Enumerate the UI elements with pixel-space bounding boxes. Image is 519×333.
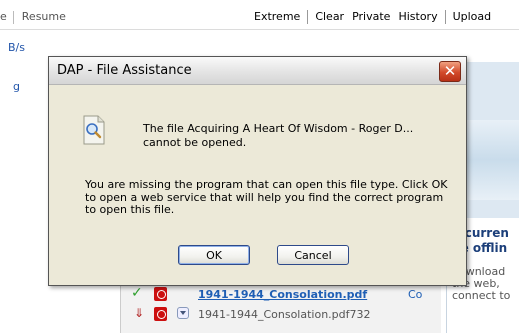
- ok-button[interactable]: OK: [178, 245, 250, 265]
- toolbar-right: Extreme Clear Private History Upload: [254, 10, 491, 24]
- download-arrow-icon: ⇓: [134, 306, 145, 320]
- pdf-icon: [154, 307, 167, 321]
- dialog-title: DAP - File Assistance: [57, 63, 192, 78]
- close-icon: ✕: [443, 62, 457, 80]
- toolbar-divider: [307, 10, 309, 24]
- check-icon: ✓: [131, 285, 143, 301]
- chevron-down-icon[interactable]: [177, 307, 189, 319]
- private-button[interactable]: Private: [352, 10, 390, 23]
- app-toolbar: e Resume Extreme Clear Private History Upload: [0, 0, 519, 32]
- list-item[interactable]: ⇓ 1941-1944_Consolation.pdf732: [121, 305, 441, 325]
- download-column-link[interactable]: Co: [408, 288, 422, 301]
- toolbar-divider: [393, 10, 395, 24]
- toolbar-divider: [12, 10, 14, 24]
- dialog-message-secondary: You are missing the program that can ope…: [85, 178, 448, 216]
- file-assistance-dialog: DAP - File Assistance ✕ The file Acquiri…: [48, 56, 467, 286]
- dialog-body: The file Acquiring A Heart Of Wisdom - R…: [49, 85, 466, 285]
- cancel-button[interactable]: Cancel: [277, 245, 349, 265]
- pdf-icon: [154, 287, 167, 301]
- history-button[interactable]: History: [398, 10, 437, 23]
- toolbar-divider: [347, 10, 349, 24]
- toolbar-border: [0, 29, 519, 30]
- download-file-name: 1941-1944_Consolation.pdf732: [198, 308, 371, 321]
- offline-text-line: connect to: [452, 289, 511, 302]
- file-search-icon: [83, 115, 105, 145]
- toolbar-left: e Resume: [0, 10, 66, 24]
- toolbar-left-label[interactable]: e: [0, 10, 7, 23]
- resume-button[interactable]: Resume: [22, 10, 66, 23]
- download-list: ✓ 1941-1944_Consolation.pdf Co ⇓ 1941-19…: [120, 283, 441, 333]
- clear-button[interactable]: Clear: [315, 10, 344, 23]
- dialog-titlebar[interactable]: DAP - File Assistance ✕: [49, 57, 466, 85]
- upload-button[interactable]: Upload: [453, 10, 492, 23]
- download-title-link[interactable]: 1941-1944_Consolation.pdf: [198, 288, 367, 301]
- extreme-button[interactable]: Extreme: [254, 10, 300, 23]
- list-item[interactable]: ✓ 1941-1944_Consolation.pdf Co: [121, 285, 441, 305]
- close-button[interactable]: ✕: [439, 61, 461, 82]
- sidebar-fragment[interactable]: g: [13, 80, 20, 93]
- transfer-rate: B/s: [8, 41, 25, 54]
- toolbar-divider: [444, 10, 446, 24]
- dialog-message-primary: The file Acquiring A Heart Of Wisdom - R…: [143, 122, 414, 149]
